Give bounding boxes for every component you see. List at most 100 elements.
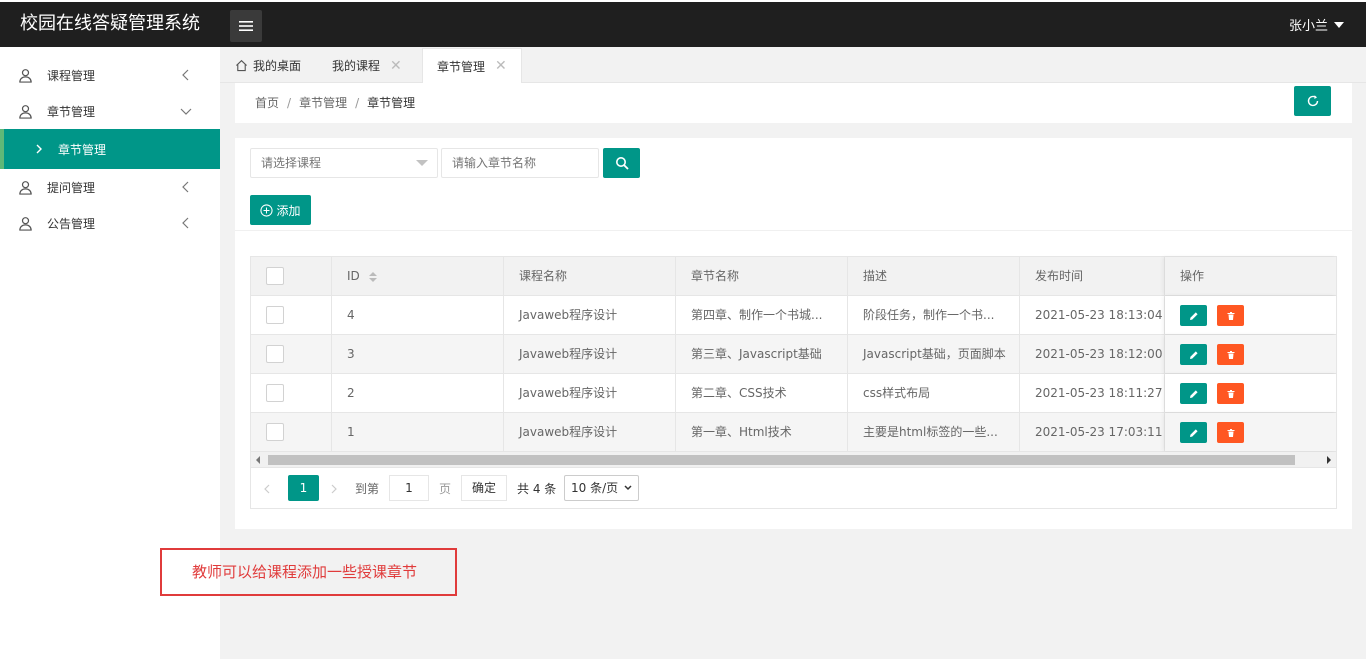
user-icon — [19, 216, 32, 231]
goto-confirm-button[interactable]: 确定 — [461, 475, 507, 501]
edit-button[interactable] — [1180, 344, 1207, 365]
refresh-icon — [1307, 95, 1318, 107]
tab-chapter-manage[interactable]: 章节管理 ✕ — [422, 48, 522, 83]
header-course: 课程名称 — [504, 257, 676, 295]
breadcrumb-bar: 首页 / 章节管理 / 章节管理 — [235, 83, 1352, 123]
cell-chapter: 第一章、Html技术 — [676, 413, 848, 451]
scrollbar-thumb[interactable] — [268, 455, 1295, 465]
header-id[interactable]: ID — [332, 257, 504, 295]
edit-button[interactable] — [1180, 422, 1207, 443]
menu-toggle-button[interactable] — [230, 10, 262, 42]
main-card: 请选择课程 添加 ID 课程名称 章节名称 描述 发布时间 操作 4 Javaw… — [235, 138, 1352, 529]
header-checkbox-cell — [251, 257, 332, 295]
cell-course: Javaweb程序设计 — [504, 413, 676, 451]
tab-bar: 我的桌面 我的课程 ✕ 章节管理 ✕ — [220, 47, 1366, 83]
search-button[interactable] — [603, 148, 640, 178]
page-size-select[interactable]: 10 条/页 — [564, 475, 639, 501]
pencil-icon — [1189, 389, 1198, 398]
row-checkbox[interactable] — [266, 345, 284, 363]
tab-my-course[interactable]: 我的课程 ✕ — [332, 48, 402, 83]
next-page-button[interactable] — [331, 476, 347, 502]
breadcrumb-separator: / — [287, 96, 292, 110]
home-icon — [236, 59, 247, 72]
divider — [235, 230, 1352, 231]
select-all-checkbox[interactable] — [266, 267, 284, 285]
sidebar-item-notice[interactable]: 公告管理 — [0, 205, 220, 241]
sidebar-item-label: 提问管理 — [47, 180, 96, 195]
row-checkbox[interactable] — [266, 384, 284, 402]
cell-desc: Javascript基础，页面脚本 — [848, 335, 1020, 373]
delete-button[interactable] — [1217, 305, 1244, 326]
edit-button[interactable] — [1180, 305, 1207, 326]
sidebar-item-label: 公告管理 — [47, 216, 96, 231]
current-page[interactable]: 1 — [288, 475, 319, 501]
add-button[interactable]: 添加 — [250, 195, 311, 225]
caret-down-icon — [1334, 21, 1344, 28]
row-checkbox-cell — [251, 374, 332, 412]
hamburger-icon — [239, 21, 253, 31]
trash-icon — [1227, 311, 1234, 320]
header-desc: 描述 — [848, 257, 1020, 295]
cell-actions — [1165, 374, 1337, 412]
trash-icon — [1227, 350, 1234, 359]
row-checkbox[interactable] — [266, 306, 284, 324]
tab-desktop[interactable]: 我的桌面 — [235, 48, 301, 83]
add-circle-icon — [260, 203, 274, 217]
goto-label: 到第 — [355, 482, 380, 496]
course-select-placeholder: 请选择课程 — [261, 156, 322, 170]
cell-id: 4 — [332, 296, 504, 334]
cell-actions — [1165, 413, 1337, 451]
caret-down-icon — [416, 160, 428, 166]
table-row: 3 Javaweb程序设计 第三章、Javascript基础 Javascrip… — [251, 335, 1336, 374]
close-icon[interactable]: ✕ — [390, 58, 402, 74]
pencil-icon — [1189, 350, 1198, 359]
refresh-button[interactable] — [1294, 86, 1331, 116]
cell-time: 2021-05-23 18:13:04 — [1020, 296, 1165, 334]
scroll-left-arrow-icon[interactable] — [256, 456, 260, 464]
page-suffix: 页 — [439, 482, 452, 496]
chevron-down-icon — [624, 485, 632, 491]
breadcrumb-section[interactable]: 章节管理 — [299, 96, 347, 110]
sidebar-item-label: 课程管理 — [47, 68, 96, 83]
cell-time: 2021-05-23 18:12:00 — [1020, 335, 1165, 373]
breadcrumb-home[interactable]: 首页 — [255, 96, 279, 110]
user-menu[interactable]: 张小兰 — [1289, 15, 1344, 34]
app-title: 校园在线答疑管理系统 — [20, 13, 200, 34]
sidebar-item-label: 章节管理 — [47, 104, 96, 119]
breadcrumb-current: 章节管理 — [367, 96, 416, 110]
cell-course: Javaweb程序设计 — [504, 374, 676, 412]
chevron-down-icon — [180, 108, 192, 115]
table-header-row: ID 课程名称 章节名称 描述 发布时间 操作 — [251, 257, 1336, 296]
sidebar-item-chapter[interactable]: 章节管理 — [0, 93, 220, 129]
cell-time: 2021-05-23 18:11:27 — [1020, 374, 1165, 412]
cell-course: Javaweb程序设计 — [504, 335, 676, 373]
goto-page-input[interactable] — [389, 475, 429, 501]
course-select[interactable]: 请选择课程 — [250, 148, 438, 178]
breadcrumb-separator: / — [355, 96, 360, 110]
search-icon — [615, 157, 629, 170]
header-actions: 操作 — [1165, 257, 1337, 295]
sidebar-item-question[interactable]: 提问管理 — [0, 169, 220, 205]
column-header: ID — [347, 269, 360, 283]
trash-icon — [1227, 389, 1234, 398]
chapter-name-input[interactable] — [441, 148, 599, 178]
sidebar-subitem-chapter-manage[interactable]: 章节管理 — [0, 129, 220, 169]
delete-button[interactable] — [1217, 383, 1244, 404]
trash-icon — [1227, 428, 1234, 437]
sidebar-item-course[interactable]: 课程管理 — [0, 57, 220, 93]
total-count: 共 4 条 — [517, 482, 557, 496]
table-row: 4 Javaweb程序设计 第四章、制作一个书城... 阶段任务，制作一个书..… — [251, 296, 1336, 335]
chevron-left-icon — [264, 484, 270, 494]
prev-page-button[interactable] — [263, 476, 279, 502]
user-icon — [19, 180, 32, 195]
chevron-left-icon — [182, 181, 189, 193]
horizontal-scrollbar[interactable] — [251, 452, 1336, 468]
close-icon[interactable]: ✕ — [495, 58, 507, 74]
delete-button[interactable] — [1217, 422, 1244, 443]
delete-button[interactable] — [1217, 344, 1244, 365]
scroll-right-arrow-icon[interactable] — [1327, 456, 1331, 464]
row-checkbox[interactable] — [266, 423, 284, 441]
edit-button[interactable] — [1180, 383, 1207, 404]
sort-icon[interactable] — [368, 271, 378, 283]
chevron-left-icon — [182, 217, 189, 229]
